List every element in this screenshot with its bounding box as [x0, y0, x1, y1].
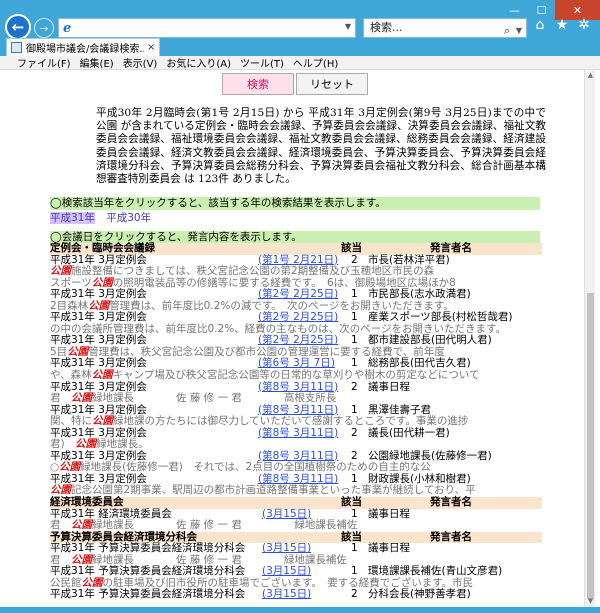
snippet-after: 管理費は、前年度比0.2%の減です。 次のページをお開きいただきます。	[109, 299, 454, 312]
snippet-after: 記念公園第2期事業、駅周辺の都市計画道路整備事業といった事業が継続しており、平	[71, 484, 476, 497]
favorites-icon[interactable]: ★	[555, 17, 569, 33]
meeting-date-link[interactable]: (第8号 3月11日)	[258, 427, 338, 440]
highlighted-keyword: 公園	[71, 519, 92, 532]
highlighted-keyword: 公園	[91, 276, 113, 289]
browser-search-input[interactable]: 検索... ⌕ ▼	[363, 18, 527, 38]
highlighted-keyword: 公園	[50, 265, 71, 278]
highlighted-keyword: 公園	[88, 299, 110, 312]
year-links: 平成31年 平成30年	[50, 210, 151, 225]
scroll-down-icon[interactable]: ▼	[585, 596, 596, 607]
back-icon[interactable]: ←	[5, 14, 31, 40]
snippet-before: ○	[50, 461, 60, 474]
result-snippet: 君 公園緑地課長 佐 藤 修 一 君 緑地課長補佐	[50, 519, 542, 532]
vertical-scrollbar[interactable]: ▲ ▼	[584, 70, 595, 607]
hit-count: 2	[351, 426, 358, 439]
ie-logo-icon: e	[63, 21, 72, 36]
speaker-name: 議事日程	[368, 507, 410, 520]
scroll-up-icon[interactable]: ▲	[585, 70, 596, 81]
speaker-name: 議事日程	[368, 542, 410, 555]
hit-count: 2	[351, 380, 358, 393]
reset-button[interactable]: リセット	[296, 73, 368, 95]
browser-titlebar: — ☐ ✕ ← → e ▼ 検索... ⌕ ▼ ⌂ ★ ✲ 御殿場市議会/会議録…	[0, 0, 600, 56]
forward-icon[interactable]: →	[34, 18, 54, 38]
snippet-after: 緑地課長(佐藤修一君) それでは、2点目の全国植樹祭のための自主的な公	[80, 461, 431, 474]
snippet-before: 君	[50, 519, 71, 532]
year-link-h30[interactable]: 平成30年	[106, 212, 151, 224]
snippet-before: 2目森林	[50, 299, 89, 312]
snippet-after: 緑地課長 佐 藤 修 一 君 緑地課長補佐	[92, 519, 358, 532]
settings-icon[interactable]: ✲	[577, 17, 591, 33]
address-dropdown-icon[interactable]: ▼	[345, 22, 351, 31]
year-link-h31[interactable]: 平成31年	[50, 212, 95, 224]
section-header: 定例会・臨時会会議録 該当 発言者名	[50, 242, 542, 255]
section-title: 定例会・臨時会会議録	[50, 242, 155, 254]
meeting-date-link[interactable]: (3月15日)	[262, 589, 311, 601]
snippet-after: キャンプ場及び秩父宮記念公園等の日常的な草刈りや樹木の剪定などについて	[112, 369, 480, 382]
column-header-page: 該当	[341, 242, 362, 254]
snippet-text: 君 公園緑地課長 佐 藤 修 一 君 高根支所長	[50, 392, 337, 405]
highlighted-keyword: 公園	[71, 553, 92, 566]
highlighted-keyword: 公園	[75, 438, 97, 451]
search-placeholder: 検索...	[370, 21, 403, 34]
snippet-after: 緑地課の方たちには御尽力していただいて感謝するところです。事業の進捗	[113, 415, 469, 428]
snippet-before: 君	[50, 392, 71, 405]
tab-close-icon[interactable]: ×	[147, 42, 155, 53]
highlighted-keyword: 公園	[92, 415, 113, 428]
new-tab-button[interactable]	[165, 40, 183, 54]
column-header-speaker: 発言者名	[430, 530, 472, 543]
snippet-after: の照明電装品等の修繕等に要する経費です。 6は、御殿場地区広場ほか8	[112, 276, 456, 289]
result-row: 平成31年 予算決算委員会経済環境分科会 (3月15日) 2 分科会長(神野善孝君)	[50, 589, 542, 601]
result-snippet: 君 公園緑地課長 佐 藤 修 一 君 高根支所長	[50, 392, 542, 405]
menu-bar: ファイル(F) 編集(E) 表示(V) お気に入り(A) ツール(T) ヘルプ(…	[0, 56, 600, 70]
menu-tools[interactable]: ツール(T)	[240, 55, 284, 70]
results-list: 定例会・臨時会会議録 該当 発言者名 平成31年 3月定例会 (第1号 2月21日) 2 市…	[50, 242, 542, 601]
snippet-text: や、森林公園キャンプ場及び秩父宮記念公園等の日常的な草刈りや樹木の剪定などについ…	[50, 369, 480, 382]
snippet-after: 緑地課長 佐 藤 修 一 君 高根支所長	[92, 392, 337, 405]
snippet-before: 君	[50, 553, 71, 566]
snippet-after: 緑地課長 佐 藤 修 一 君 緑地課長補佐	[92, 553, 347, 566]
page-content: 検索 リセット 平成30年 2月臨時会(第1号 2月15日) から 平成31年 …	[6, 70, 584, 607]
highlighted-keyword: 公園	[59, 461, 81, 474]
minimize-button[interactable]: —	[501, 0, 528, 20]
menu-help[interactable]: ヘルプ(H)	[293, 55, 338, 70]
snippet-before: 関、特に	[50, 415, 92, 428]
highlighted-keyword: 公園	[71, 392, 92, 405]
active-tab[interactable]: 御殿場市議会/会議録検索... ×	[6, 38, 160, 56]
snippet-text: 君 公園緑地課長 佐 藤 修 一 君 緑地課長補佐	[50, 519, 358, 532]
search-summary: 平成30年 2月臨時会(第1号 2月15日) から 平成31年 3月定例会(第9…	[96, 107, 546, 186]
snippet-before: や、森林	[50, 369, 92, 382]
highlighted-keyword: 公園	[91, 369, 113, 382]
column-header-speaker: 発言者名	[430, 496, 472, 509]
hit-count: 2	[351, 588, 358, 601]
column-header-page: 該当	[341, 496, 362, 509]
menu-view[interactable]: 表示(V)	[123, 55, 158, 70]
tab-title: 御殿場市議会/会議録検索...	[26, 44, 144, 55]
snippet-after: 緑地課長。	[96, 438, 149, 451]
menu-file[interactable]: ファイル(F)	[17, 55, 71, 70]
search-button[interactable]: 検索	[222, 73, 294, 95]
section-header: 経済環境委員会 該当 発言者名	[50, 496, 542, 509]
year-hint-bar: ◯検索該当年をクリックすると、該当する年の検索結果を表示します。	[50, 197, 540, 210]
page-favicon-icon	[11, 42, 22, 53]
speaker-name: 議長(田代耕一君)	[368, 426, 450, 439]
meeting-name: 平成31年 予算決算委員会経済環境分科会	[50, 588, 246, 601]
result-snippet: や、森林公園キャンプ場及び秩父宮記念公園等の日常的な草刈りや樹木の剪定などについ…	[50, 369, 542, 382]
snippet-before: スポーツ	[50, 276, 92, 289]
hit-count: 1	[351, 542, 358, 555]
window-bottom-border	[0, 607, 600, 613]
address-bar[interactable]: e ▼	[58, 18, 356, 38]
column-header-speaker: 発言者名	[430, 242, 472, 254]
toolbar-icons: ⌂ ★ ✲	[533, 17, 591, 33]
scrollbar-thumb[interactable]	[587, 293, 594, 599]
speaker-name: 分科会長(神野善孝君)	[368, 588, 471, 601]
snippet-before: 君)	[50, 438, 76, 451]
snippet-after: 施設整備につきましては、秩父宮記念公園の第2期整備及び玉穂地区市民の森	[71, 265, 435, 278]
home-icon[interactable]: ⌂	[533, 17, 547, 33]
tab-strip: 御殿場市議会/会議録検索... ×	[0, 38, 600, 56]
highlighted-keyword: 公園	[50, 484, 71, 497]
speaker-name: 議事日程	[368, 380, 410, 393]
menu-edit[interactable]: 編集(E)	[80, 55, 114, 70]
section-title: 経済環境委員会	[50, 496, 124, 509]
menu-favorites[interactable]: お気に入り(A)	[166, 55, 231, 70]
